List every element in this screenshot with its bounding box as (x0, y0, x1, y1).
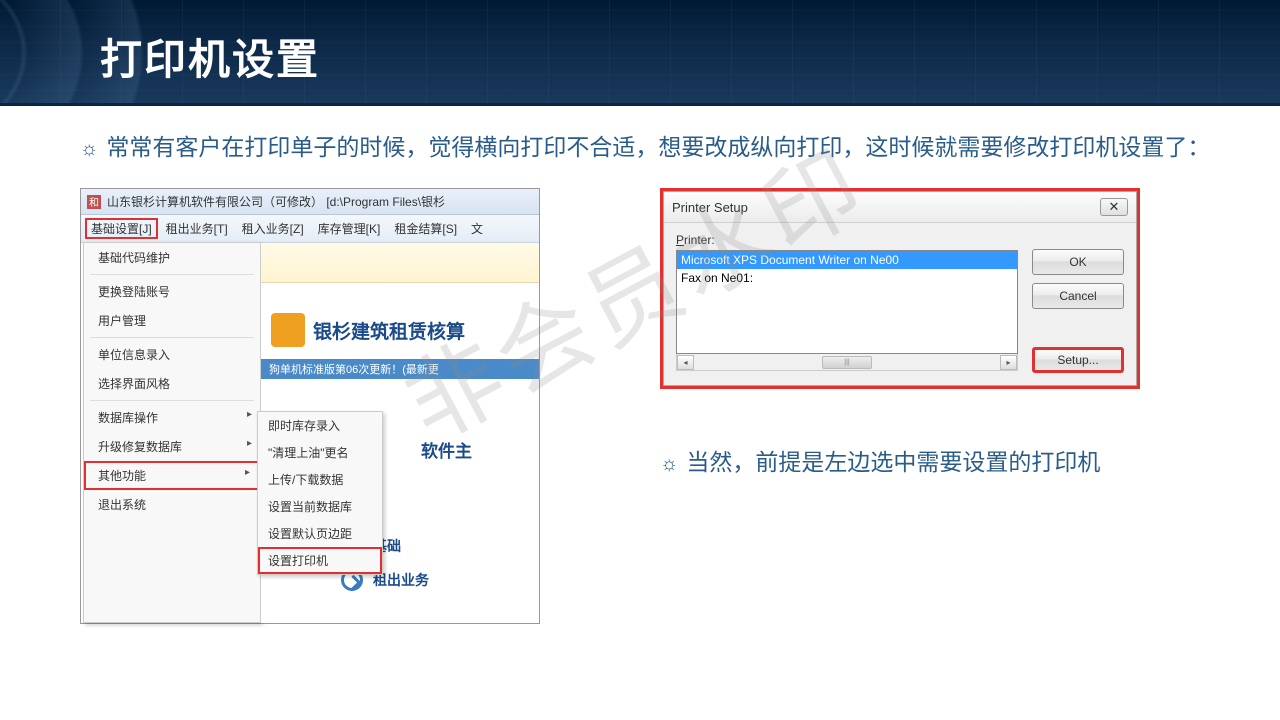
dialog-buttons: OK Cancel Setup... (1032, 233, 1124, 373)
printer-setup-dialog: Printer Setup ✕ Printer: Microsoft XPS D… (660, 188, 1140, 389)
setup-button[interactable]: Setup... (1032, 347, 1124, 373)
menu-more[interactable]: 文 (465, 218, 489, 239)
scroll-track[interactable]: ||| (694, 356, 1000, 369)
dialog-left: Printer: Microsoft XPS Document Writer o… (676, 233, 1018, 373)
printer-item-fax[interactable]: Fax on Ne01: (677, 269, 1017, 287)
bullet-1-text: 常常有客户在打印单子的时候，觉得横向打印不合适，想要改成纵向打印，这时候就需要修… (106, 130, 1210, 166)
ok-button[interactable]: OK (1032, 249, 1124, 275)
banner-sub: 狗单机标准版第06次更新！(最新更 (261, 359, 539, 379)
dd-basic-code[interactable]: 基础代码维护 (84, 243, 260, 272)
software-title: 软件主 (421, 437, 539, 462)
app-titlebar: 和 山东银杉计算机软件有限公司（可修改） [d:\Program Files\银… (81, 189, 539, 215)
bullet-2-text: 当然，前提是左边选中需要设置的打印机 (686, 445, 1100, 481)
dialog-titlebar: Printer Setup ✕ (664, 192, 1136, 223)
dd-other-functions[interactable]: 其他功能 (84, 461, 260, 490)
printer-label: Printer: (676, 233, 1018, 247)
label-mnemonic: P (676, 233, 684, 247)
submenu: 即时库存录入 "清理上油"更名 上传/下载数据 设置当前数据库 设置默认页边距 … (257, 411, 383, 575)
logo-icon (271, 313, 305, 347)
right-column: Printer Setup ✕ Printer: Microsoft XPS D… (660, 188, 1140, 481)
app-icon: 和 (87, 195, 101, 209)
sm-margins[interactable]: 设置默认页边距 (258, 520, 382, 547)
dd-ui-style[interactable]: 选择界面风格 (84, 369, 260, 398)
slide-content: ☼ 常常有客户在打印单子的时候，觉得横向打印不合适，想要改成纵向打印，这时候就需… (0, 106, 1280, 624)
dd-upgrade-db[interactable]: 升级修复数据库 (84, 432, 260, 461)
dd-separator (90, 337, 254, 338)
titlebar-text: 山东银杉计算机软件有限公司（可修改） [d:\Program Files\银杉 (107, 193, 445, 210)
sun-icon: ☼ (660, 447, 678, 481)
sm-set-db[interactable]: 设置当前数据库 (258, 493, 382, 520)
printer-item-xps[interactable]: Microsoft XPS Document Writer on Ne00 (677, 251, 1017, 269)
h-scrollbar[interactable]: ◂ ||| ▸ (676, 354, 1018, 371)
menu-inventory[interactable]: 库存管理[K] (312, 218, 387, 239)
sm-printer-setup[interactable]: 设置打印机 (258, 547, 382, 574)
menu-rent-in[interactable]: 租入业务[Z] (236, 218, 310, 239)
menubar: 基础设置[J] 租出业务[T] 租入业务[Z] 库存管理[K] 租金结算[S] … (81, 215, 539, 243)
label-rest: rinter: (684, 233, 715, 247)
dropdown-menu: 基础代码维护 更换登陆账号 用户管理 单位信息录入 选择界面风格 数据库操作 升… (83, 242, 261, 623)
menu-basic-settings[interactable]: 基础设置[J] (85, 218, 158, 239)
scroll-thumb[interactable]: ||| (822, 356, 872, 369)
app-screenshot: 和 山东银杉计算机软件有限公司（可修改） [d:\Program Files\银… (80, 188, 540, 624)
banner-logo-row: 银杉建筑租赁核算 (261, 283, 539, 355)
dialog-body: Printer: Microsoft XPS Document Writer o… (664, 223, 1136, 385)
dd-separator (90, 274, 254, 275)
dialog-title: Printer Setup (672, 200, 748, 215)
scroll-left-button[interactable]: ◂ (677, 355, 694, 370)
dd-change-login[interactable]: 更换登陆账号 (84, 277, 260, 306)
scroll-right-button[interactable]: ▸ (1000, 355, 1017, 370)
cancel-button[interactable]: Cancel (1032, 283, 1124, 309)
sun-icon: ☼ (80, 132, 98, 166)
printer-listbox[interactable]: Microsoft XPS Document Writer on Ne00 Fa… (676, 250, 1018, 354)
banner-top (261, 243, 539, 283)
dd-unit-info[interactable]: 单位信息录入 (84, 340, 260, 369)
sm-upload[interactable]: 上传/下载数据 (258, 466, 382, 493)
slide-header: 打印机设置 (0, 0, 1280, 106)
dd-database[interactable]: 数据库操作 (84, 403, 260, 432)
bullet-2: ☼ 当然，前提是左边选中需要设置的打印机 (660, 445, 1140, 481)
banner-title: 银杉建筑租赁核算 (313, 317, 465, 344)
dd-separator (90, 400, 254, 401)
menu-billing[interactable]: 租金结算[S] (388, 218, 463, 239)
dd-user-mgmt[interactable]: 用户管理 (84, 306, 260, 335)
dd-exit[interactable]: 退出系统 (84, 490, 260, 519)
banner-title-wrap: 银杉建筑租赁核算 (313, 317, 465, 344)
bullet-1: ☼ 常常有客户在打印单子的时候，觉得横向打印不合适，想要改成纵向打印，这时候就需… (80, 130, 1220, 166)
menu-rent-out[interactable]: 租出业务[T] (160, 218, 234, 239)
close-button[interactable]: ✕ (1100, 198, 1128, 216)
close-icon: ✕ (1109, 199, 1120, 215)
slide-title: 打印机设置 (100, 26, 320, 87)
sm-instant-stock[interactable]: 即时库存录入 (258, 412, 382, 439)
sm-rename[interactable]: "清理上油"更名 (258, 439, 382, 466)
screenshots-row: 和 山东银杉计算机软件有限公司（可修改） [d:\Program Files\银… (80, 188, 1220, 624)
